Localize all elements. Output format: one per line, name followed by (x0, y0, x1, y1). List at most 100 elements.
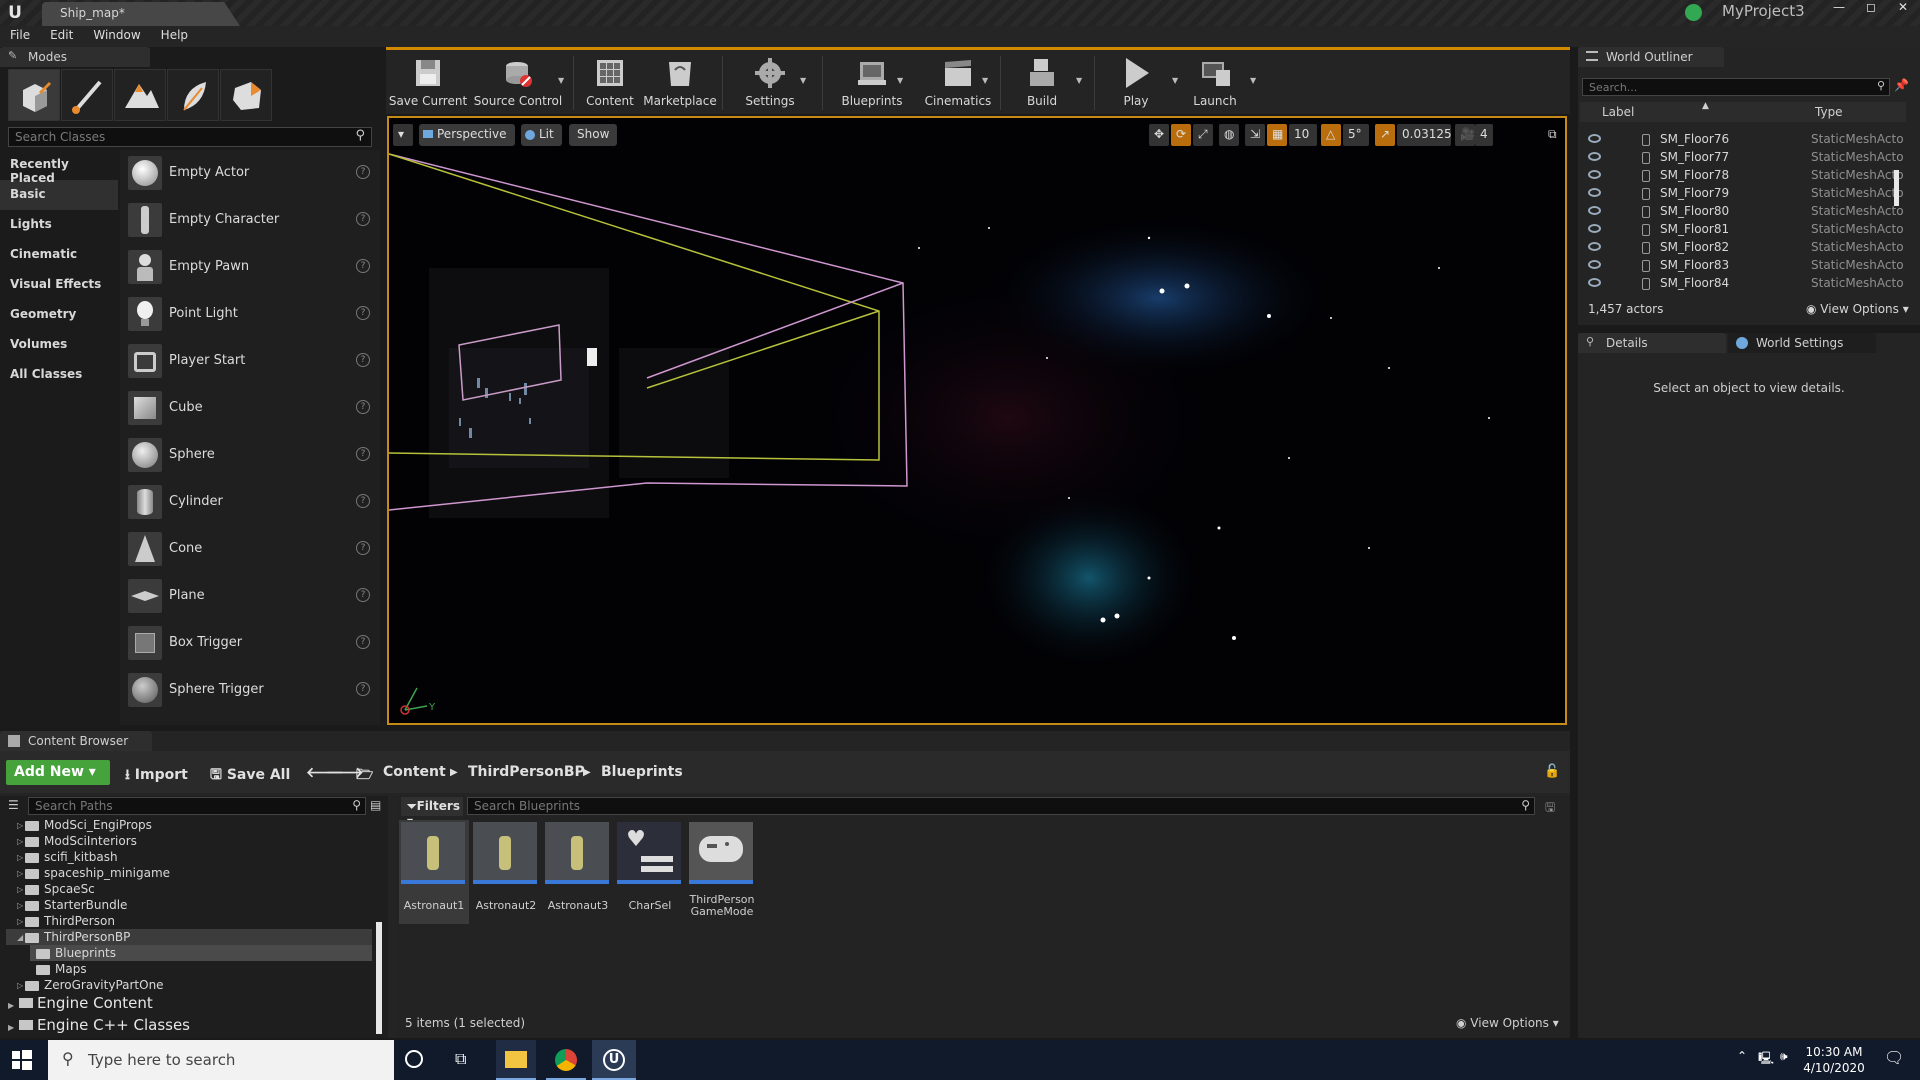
folder-expander-icon[interactable]: ▷ (17, 837, 23, 846)
notifications-icon[interactable]: 🗨 (1884, 1048, 1904, 1067)
category-visual-effects[interactable]: Visual Effects (0, 270, 118, 300)
breadcrumb-arrow-icon[interactable]: ▶ (583, 767, 591, 778)
folder-item[interactable]: Maps (36, 962, 87, 976)
folder-item[interactable]: ThirdPersonBP (24, 930, 130, 944)
settings-dropdown-icon[interactable]: ▼ (800, 76, 806, 85)
folder-expander-icon[interactable]: ▷ (17, 869, 23, 878)
class-item-cylinder[interactable]: Cylinder? (120, 479, 380, 526)
class-item-box-trigger[interactable]: Box Trigger? (120, 620, 380, 667)
landscape-mode-button[interactable] (114, 69, 166, 121)
help-icon[interactable]: ? (356, 447, 370, 461)
category-volumes[interactable]: Volumes (0, 330, 118, 360)
scale-snap-icon[interactable]: ↗ (1375, 124, 1395, 146)
source-control-button[interactable]: Source Control (472, 52, 564, 114)
menu-edit[interactable]: Edit (40, 26, 83, 44)
task-view-icon[interactable]: ⧉ (455, 1049, 466, 1069)
category-lights[interactable]: Lights (0, 210, 118, 240)
folder-item[interactable]: spaceship_minigame (24, 866, 170, 880)
geometry-edit-mode-button[interactable] (220, 69, 272, 121)
folder-expander-icon[interactable]: ▷ (17, 853, 23, 862)
windows-start-icon[interactable] (12, 1050, 32, 1070)
paint-mode-button[interactable] (61, 69, 113, 121)
folder-item[interactable]: ThirdPerson (25, 914, 115, 928)
grid-snap-icon[interactable]: ▦ (1267, 124, 1287, 146)
translate-tool-icon[interactable]: ✥ (1149, 124, 1169, 146)
help-icon[interactable]: ? (356, 588, 370, 602)
visibility-eye-icon[interactable] (1588, 188, 1601, 197)
asset-view-options[interactable]: ◉ View Options ▾ (1456, 1016, 1559, 1030)
help-icon[interactable]: ? (356, 259, 370, 273)
settings-button[interactable]: Settings (730, 52, 810, 114)
class-item-empty-pawn[interactable]: Empty Pawn? (120, 244, 380, 291)
grid-snap-value[interactable]: 10 (1289, 124, 1317, 146)
class-item-sphere-trigger[interactable]: Sphere Trigger? (120, 667, 380, 714)
save-all-button[interactable]: 🖫 Save All (210, 764, 290, 788)
cortana-icon[interactable] (405, 1050, 423, 1068)
help-icon[interactable]: ? (356, 494, 370, 508)
chrome-taskbar-button[interactable] (546, 1040, 586, 1080)
folder-expander-icon[interactable]: ◢ (17, 933, 23, 942)
class-item-point-light[interactable]: Point Light? (120, 291, 380, 338)
class-item-empty-actor[interactable]: Empty Actor? (120, 150, 380, 197)
folder-item[interactable]: Blueprints (35, 946, 116, 960)
asset-tile[interactable]: ThirdPerson GameMode (687, 820, 757, 924)
folder-item[interactable]: ModSci_EngiProps (25, 818, 152, 832)
place-mode-button[interactable] (8, 69, 60, 121)
world-outliner-tab[interactable]: World Outliner (1578, 47, 1724, 67)
outliner-scrollbar[interactable] (1894, 170, 1899, 206)
content-browser-tab[interactable]: Content Browser (0, 731, 152, 751)
lock-icon[interactable]: 🔓 (1544, 764, 1560, 779)
asset-tile[interactable]: Astronaut2 (471, 820, 541, 924)
marketplace-button[interactable]: Marketplace (642, 52, 718, 114)
save-search-icon[interactable]: 🖫 (1545, 798, 1555, 819)
world-settings-tab[interactable]: World Settings (1728, 333, 1876, 353)
column-label-header[interactable]: Label (1602, 105, 1634, 119)
close-window-button[interactable]: ✕ (1888, 0, 1918, 16)
engine-cpp-folder[interactable]: ▶ Engine C++ Classes (8, 1016, 308, 1034)
filters-button[interactable]: ⏷Filters ▾ (401, 797, 463, 828)
class-item-empty-character[interactable]: Empty Character? (120, 197, 380, 244)
surface-snap-icon[interactable]: ⇲ (1245, 124, 1265, 146)
blueprints-dropdown-icon[interactable]: ▼ (897, 76, 903, 85)
save-current-button[interactable]: Save Current (386, 52, 470, 114)
visibility-eye-icon[interactable] (1588, 152, 1601, 161)
folder-item[interactable]: StarterBundle (24, 898, 127, 912)
details-tab[interactable]: ⚲ Details (1578, 333, 1726, 353)
menu-help[interactable]: Help (151, 26, 198, 44)
unreal-taskbar-button[interactable]: U (592, 1040, 636, 1080)
class-item-cube[interactable]: Cube? (120, 385, 380, 432)
level-tab[interactable]: Ship_map* (42, 2, 240, 26)
rotate-tool-icon[interactable]: ⟳ (1171, 124, 1191, 146)
path-tree-scrollbar[interactable] (376, 922, 382, 1034)
visibility-eye-icon[interactable] (1588, 206, 1601, 215)
show-flags-button[interactable]: Show (569, 124, 618, 146)
folder-item[interactable]: ModSciInteriors (25, 834, 137, 848)
rotation-snap-value[interactable]: 5° (1343, 124, 1369, 146)
help-icon[interactable]: ? (356, 541, 370, 555)
search-paths-input[interactable]: Search Paths ⚲ (28, 797, 366, 815)
scale-tool-icon[interactable]: ⤢ (1193, 124, 1213, 146)
maximize-viewport-icon[interactable]: ⧉ (1543, 124, 1561, 146)
outliner-row[interactable]: SM_Floor81 StaticMeshActo (1580, 221, 1904, 239)
class-item-player-start[interactable]: Player Start? (120, 338, 380, 385)
visibility-eye-icon[interactable] (1588, 224, 1601, 233)
breadcrumb-arrow-icon[interactable]: ▶ (450, 767, 458, 778)
content-button[interactable]: Content (580, 52, 640, 114)
category-geometry[interactable]: Geometry (0, 300, 118, 330)
asset-tile[interactable]: ♥ CharSel (615, 820, 685, 924)
class-item-plane[interactable]: Plane? (120, 573, 380, 620)
taskbar-clock[interactable]: 10:30 AM 4/10/2020 (1796, 1044, 1872, 1076)
outliner-row[interactable]: SM_Floor78 StaticMeshActo (1580, 167, 1904, 185)
class-item-sphere[interactable]: Sphere? (120, 432, 380, 479)
menu-file[interactable]: File (0, 26, 40, 44)
outliner-view-options[interactable]: ◉ View Options ▾ (1806, 302, 1909, 316)
outliner-row[interactable]: SM_Floor82 StaticMeshActo (1580, 239, 1904, 257)
cinematics-dropdown-icon[interactable]: ▼ (982, 76, 988, 85)
foliage-mode-button[interactable] (167, 69, 219, 121)
help-icon[interactable]: ? (356, 682, 370, 696)
source-control-dropdown-icon[interactable]: ▼ (558, 76, 564, 85)
search-classes-input[interactable]: Search Classes ⚲ (8, 127, 372, 147)
folder-item[interactable]: scifi_kitbash (25, 850, 118, 864)
folder-item[interactable]: SpcaeSc (25, 882, 95, 896)
folder-item[interactable]: ZeroGravityPartOne (25, 978, 164, 992)
